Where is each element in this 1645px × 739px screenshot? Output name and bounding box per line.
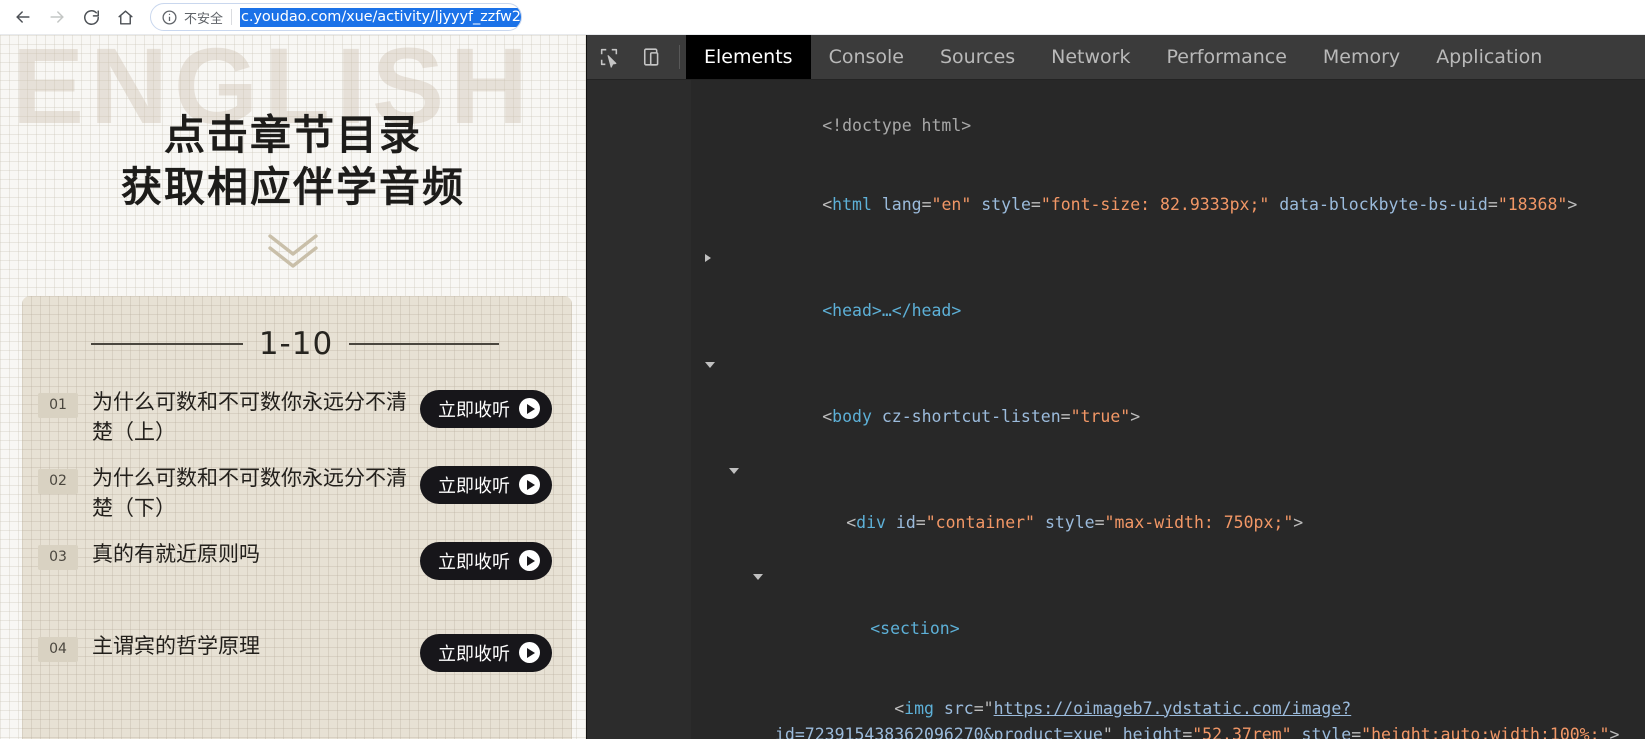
tag-name-html: html [832,195,872,214]
listen-now-button[interactable]: 立即收听 [420,389,552,428]
episode-title: 真的有就近原则吗 [92,541,260,566]
chevron-down-icon[interactable] [753,574,763,584]
play-circle-icon [519,550,540,572]
dom-node-container-div[interactable]: <div id="container" style="max-width: 75… [691,457,1645,563]
attr-id: id [895,513,916,532]
dom-node-doctype[interactable]: <!doctype html> [691,86,1645,166]
play-circle-icon [519,474,540,496]
play-circle-icon [519,398,540,420]
attr-div-style: style [1044,513,1095,532]
listen-now-button[interactable]: 立即收听 [420,633,552,672]
attr-id-value: "container" [925,513,1035,532]
tab-application[interactable]: Application [1418,35,1560,79]
tag-name-body: body [832,407,872,426]
tag-name-div: div [856,513,886,532]
dom-node-section[interactable]: <section> [691,563,1645,669]
listen-now-button[interactable]: 立即收听 [420,465,552,504]
list-item[interactable]: 03 真的有就近原则吗 立即收听 [38,536,552,592]
omnibox-divider [231,9,233,25]
dom-node-img[interactable]: <img src="https://oimageb7.ydstatic.com/… [691,669,1645,739]
range-rule-left [90,342,243,345]
episode-title: 为什么可数和不可数你永远分不清楚（下） [92,465,407,521]
tab-sources[interactable]: Sources [922,35,1033,79]
double-chevron-down-icon [0,228,586,270]
listen-now-label: 立即收听 [438,399,510,421]
episode-list-card: 1-10 01 为什么可数和不可数你永远分不清楚（上） 立即收听 02 为什么可… [22,296,572,739]
listen-now-label: 立即收听 [438,643,510,665]
tabbar-divider [679,45,680,69]
list-item[interactable]: 02 为什么可数和不可数你永远分不清楚（下） 立即收听 [38,460,552,524]
episode-number: 01 [38,392,78,418]
tag-name-img: img [904,698,934,718]
attr-lang: lang [881,195,922,214]
range-label: 1-10 [258,325,334,362]
devtools-panel: Elements Console Sources Network Perform… [586,35,1645,739]
hero-heading-line-1: 点击章节目录 [164,111,422,159]
back-arrow-icon[interactable] [6,2,40,32]
listen-now-label: 立即收听 [438,551,510,573]
attr-img-style: style [1301,725,1352,739]
attr-style: style [981,195,1031,214]
reload-icon[interactable] [74,2,108,32]
hero-heading-line-2: 获取相应伴学音频 [121,163,465,212]
attr-blockbyte-uid: data-blockbyte-bs-uid [1279,195,1488,214]
episode-title: 为什么可数和不可数你永远分不清楚（上） [92,389,407,445]
chevron-down-icon[interactable] [705,362,715,372]
browser-window: 不安全 c.youdao.com/xue/activity/ljyyyf_zzf… [0,0,1645,739]
inspect-element-icon[interactable] [587,35,631,79]
attr-src: src [943,698,974,718]
chevron-right-icon[interactable] [705,254,711,262]
dom-tree[interactable]: <!doctype html> <html lang="en" style="f… [587,80,1645,739]
security-status-label: 不安全 [184,11,224,27]
devtools-tabbar: Elements Console Sources Network Perform… [587,35,1645,80]
tab-network[interactable]: Network [1033,35,1148,79]
section-node-text: <section> [870,619,960,638]
list-item[interactable]: 04 主谓宾的哲学原理 立即收听 [38,628,552,684]
range-rule-right [349,342,500,345]
home-icon[interactable] [108,2,142,32]
list-item[interactable]: 01 为什么可数和不可数你永远分不清楚（上） 立即收听 [38,384,552,448]
browser-toolbar: 不安全 c.youdao.com/xue/activity/ljyyyf_zzf… [0,0,1645,35]
forward-arrow-icon[interactable] [40,2,74,32]
tab-console[interactable]: Console [811,35,922,79]
doctype-text: <!doctype html> [822,115,972,135]
site-info-icon[interactable] [161,9,178,26]
attr-img-height: height [1122,725,1183,739]
web-page-viewport: ENGLISH 点击章节目录 获取相应伴学音频 1-10 01 为什么可数和不可… [0,35,586,739]
range-header: 1-10 [38,326,552,362]
episode-number: 02 [38,468,78,494]
dom-node-body[interactable]: <body cz-shortcut-listen="true"> [691,351,1645,457]
device-toolbar-icon[interactable] [631,35,675,79]
episode-number: 04 [38,636,78,662]
address-bar[interactable]: 不安全 c.youdao.com/xue/activity/ljyyyf_zzf… [150,3,522,31]
listen-now-label: 立即收听 [438,475,510,497]
attr-blockbyte-uid-value: "18368" [1497,195,1568,214]
window-content: ENGLISH 点击章节目录 获取相应伴学音频 1-10 01 为什么可数和不可… [0,35,1645,739]
episode-title: 主谓宾的哲学原理 [92,633,260,658]
listen-now-button[interactable]: 立即收听 [420,541,552,580]
attr-div-style-value: "max-width: 750px;" [1104,513,1294,532]
page-hero: 点击章节目录 获取相应伴学音频 [0,35,586,270]
url-text[interactable]: c.youdao.com/xue/activity/ljyyyf_zzfw2.h… [240,7,521,27]
tab-performance[interactable]: Performance [1149,35,1305,79]
attr-img-height-value: "52.37rem" [1192,725,1292,739]
attr-cz-shortcut-listen: cz-shortcut-listen [881,407,1061,426]
dom-node-head[interactable]: <head>…</head> [691,245,1645,351]
play-circle-icon [519,642,540,664]
attr-style-value: "font-size: 82.9333px;" [1040,195,1270,214]
attr-img-style-value: "height:auto;width:100%;" [1361,725,1610,739]
head-node-text: <head>…</head> [822,301,962,320]
episode-number: 03 [38,544,78,570]
chevron-down-icon[interactable] [729,468,739,478]
tab-elements[interactable]: Elements [686,35,811,79]
dom-node-html[interactable]: <html lang="en" style="font-size: 82.933… [691,166,1645,246]
attr-cz-shortcut-listen-value: "true" [1070,407,1131,426]
attr-lang-value: "en" [931,195,972,214]
tab-memory[interactable]: Memory [1305,35,1418,79]
